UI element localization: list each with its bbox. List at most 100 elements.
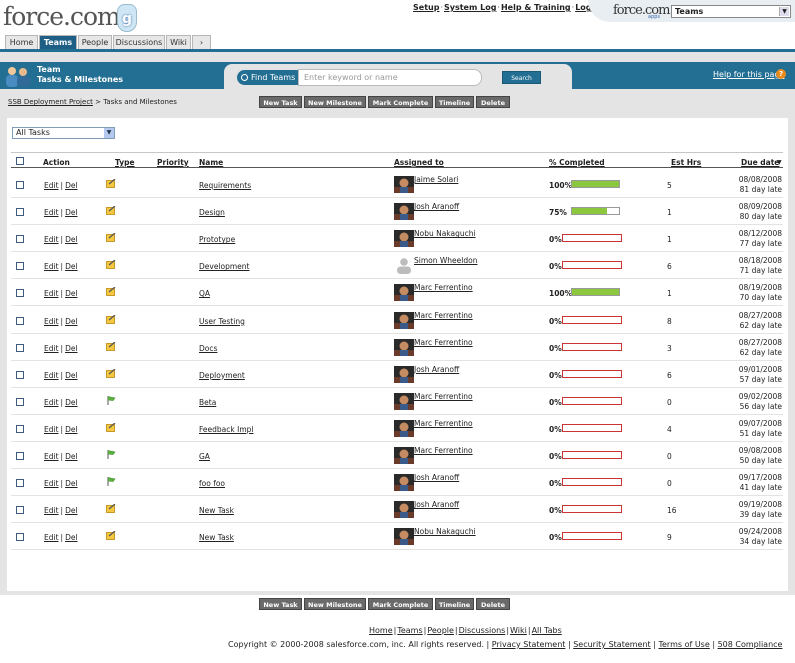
assignee-link[interactable]: Nobu Nakaguchi	[414, 229, 476, 238]
row-checkbox[interactable]	[16, 316, 24, 325]
del-link[interactable]: Del	[65, 479, 77, 488]
assignee-link[interactable]: Marc Ferrentino	[414, 392, 473, 401]
task-name-link[interactable]: Requirements	[199, 181, 251, 190]
del-link[interactable]: Del	[65, 235, 77, 244]
delete-button[interactable]: Delete	[476, 96, 510, 108]
del-link[interactable]: Del	[65, 262, 77, 271]
compliance-link[interactable]: 508 Compliance	[718, 640, 783, 649]
edit-link[interactable]: Edit	[44, 371, 59, 380]
assignee-link[interactable]: Josh Aranoff	[414, 365, 459, 374]
row-checkbox[interactable]	[16, 370, 24, 379]
task-name-link[interactable]: foo foo	[199, 479, 225, 488]
task-name-link[interactable]: Development	[199, 262, 250, 271]
search-input[interactable]: Enter keyword or name	[298, 69, 482, 86]
help-training-link[interactable]: Help & Training	[501, 3, 571, 12]
task-name-link[interactable]: QA	[199, 289, 210, 298]
col-assigned[interactable]: Assigned to	[394, 158, 444, 167]
find-teams-button[interactable]: Find Teams	[237, 70, 298, 85]
row-checkbox[interactable]	[16, 208, 24, 217]
row-checkbox[interactable]	[16, 397, 24, 406]
help-link[interactable]: Help for this page	[713, 70, 784, 79]
del-link[interactable]: Del	[65, 425, 77, 434]
task-name-link[interactable]: Deployment	[199, 371, 245, 380]
assignee-link[interactable]: Marc Ferrentino	[414, 338, 473, 347]
del-link[interactable]: Del	[65, 208, 77, 217]
assignee-link[interactable]: Marc Ferrentino	[414, 283, 473, 292]
del-link[interactable]: Del	[65, 371, 77, 380]
new-task-button[interactable]: New Task	[259, 96, 302, 108]
new-milestone-button[interactable]: New Milestone	[304, 96, 366, 108]
assignee-link[interactable]: Marc Ferrentino	[414, 446, 473, 455]
row-checkbox[interactable]	[16, 343, 24, 352]
task-name-link[interactable]: Docs	[199, 344, 217, 353]
help-icon[interactable]: ?	[776, 69, 786, 79]
del-link[interactable]: Del	[65, 452, 77, 461]
row-checkbox[interactable]	[16, 424, 24, 433]
edit-link[interactable]: Edit	[44, 235, 59, 244]
del-link[interactable]: Del	[65, 181, 77, 190]
task-name-link[interactable]: New Task	[199, 506, 234, 515]
tab-teams[interactable]: Teams	[39, 35, 77, 49]
tab-more[interactable]: ›	[192, 35, 211, 49]
footer-alltabs-link[interactable]: All Tabs	[532, 626, 562, 635]
col-priority[interactable]: Priority	[157, 158, 189, 167]
del-link[interactable]: Del	[65, 289, 77, 298]
task-name-link[interactable]: Design	[199, 208, 225, 217]
mark-complete-button[interactable]: Mark Complete	[368, 598, 433, 610]
privacy-link[interactable]: Privacy Statement	[492, 640, 566, 649]
tab-home[interactable]: Home	[5, 35, 38, 49]
del-link[interactable]: Del	[65, 398, 77, 407]
assignee-link[interactable]: Josh Aranoff	[414, 473, 459, 482]
new-task-button[interactable]: New Task	[259, 598, 302, 610]
footer-discussions-link[interactable]: Discussions	[459, 626, 506, 635]
edit-link[interactable]: Edit	[44, 425, 59, 434]
select-all-checkbox[interactable]	[16, 157, 24, 165]
timeline-button[interactable]: Timeline	[435, 96, 474, 108]
edit-link[interactable]: Edit	[44, 398, 59, 407]
footer-home-link[interactable]: Home	[369, 626, 393, 635]
row-checkbox[interactable]	[16, 452, 24, 460]
edit-link[interactable]: Edit	[44, 181, 59, 190]
search-button[interactable]: Search	[502, 71, 541, 84]
row-checkbox[interactable]	[16, 289, 24, 298]
edit-link[interactable]: Edit	[44, 506, 59, 515]
col-type[interactable]: Type	[115, 158, 135, 167]
timeline-button[interactable]: Timeline	[435, 598, 474, 610]
task-name-link[interactable]: Prototype	[199, 235, 235, 244]
assignee-link[interactable]: Marc Ferrentino	[414, 311, 473, 320]
mark-complete-button[interactable]: Mark Complete	[368, 96, 433, 108]
footer-wiki-link[interactable]: Wiki	[510, 626, 527, 635]
row-checkbox[interactable]	[16, 181, 24, 189]
task-name-link[interactable]: Feedback Impl	[199, 425, 253, 434]
col-est-hrs[interactable]: Est Hrs	[671, 158, 701, 167]
tab-wiki[interactable]: Wiki	[166, 35, 191, 49]
edit-link[interactable]: Edit	[44, 533, 59, 542]
system-log-link[interactable]: System Log	[444, 3, 496, 12]
row-checkbox[interactable]	[16, 533, 24, 542]
edit-link[interactable]: Edit	[44, 262, 59, 271]
assignee-link[interactable]: Jaime Solari	[414, 175, 458, 184]
new-milestone-button[interactable]: New Milestone	[304, 598, 366, 610]
tab-people[interactable]: People	[78, 35, 112, 49]
footer-teams-link[interactable]: Teams	[397, 626, 422, 635]
assignee-link[interactable]: Josh Aranoff	[414, 500, 459, 509]
task-name-link[interactable]: User Testing	[199, 317, 245, 326]
col-pct-completed[interactable]: % Completed	[549, 158, 605, 167]
task-name-link[interactable]: New Task	[199, 533, 234, 542]
del-link[interactable]: Del	[65, 506, 77, 515]
del-link[interactable]: Del	[65, 344, 77, 353]
edit-link[interactable]: Edit	[44, 344, 59, 353]
edit-link[interactable]: Edit	[44, 479, 59, 488]
edit-link[interactable]: Edit	[44, 208, 59, 217]
force-logo[interactable]: force.com	[3, 2, 121, 31]
row-checkbox[interactable]	[16, 235, 24, 244]
assignee-link[interactable]: Nobu Nakaguchi	[414, 527, 476, 536]
col-name[interactable]: Name	[199, 158, 223, 167]
task-name-link[interactable]: GA	[199, 452, 210, 461]
footer-people-link[interactable]: People	[427, 626, 454, 635]
del-link[interactable]: Del	[65, 317, 77, 326]
setup-link[interactable]: Setup	[413, 3, 439, 12]
del-link[interactable]: Del	[65, 533, 77, 542]
col-due-date[interactable]: Due date	[741, 158, 779, 167]
security-link[interactable]: Security Statement	[573, 640, 651, 649]
